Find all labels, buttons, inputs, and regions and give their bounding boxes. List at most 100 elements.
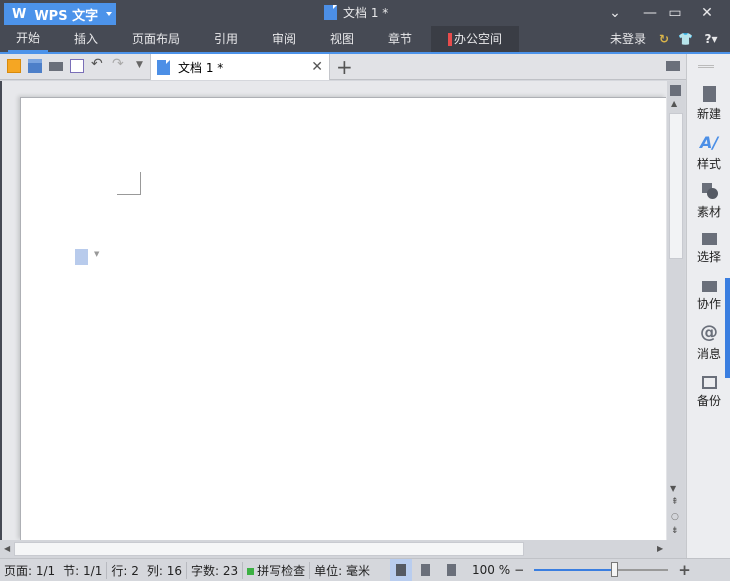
previous-page-icon[interactable]: ⇞ [671, 497, 679, 507]
sidebar-item-backup[interactable]: 备份 [687, 374, 730, 409]
collapse-ribbon-button[interactable]: ⌄ [604, 3, 626, 23]
skin-icon[interactable]: 👕 [678, 26, 693, 52]
wps-logo-icon: W [12, 6, 27, 22]
section-indicator: 节: 1/1 [63, 563, 103, 578]
scroll-right-icon[interactable]: ▶ [657, 544, 663, 553]
new-tab-button[interactable]: + [336, 55, 353, 79]
maximize-button[interactable]: ▭ [664, 3, 686, 23]
sidebar-item-materials[interactable]: 素材 [687, 182, 730, 220]
sidebar-label: 样式 [696, 157, 721, 171]
row-indicator: 行: 2 [111, 563, 139, 578]
scroll-left-icon[interactable]: ◀ [4, 544, 10, 553]
sidebar-label: 素材 [696, 205, 721, 219]
new-document-icon [702, 86, 716, 102]
tab-label: 办公空间 [453, 32, 502, 46]
document-tab-label: 文档 1 * [178, 60, 224, 75]
sidebar-item-new[interactable]: 新建 [687, 86, 730, 122]
tab-references[interactable]: 引用 [206, 26, 246, 52]
document-page[interactable]: ▼ [20, 97, 666, 540]
sidebar-item-styles[interactable]: A/样式 [687, 134, 730, 172]
zoom-in-button[interactable]: + [678, 561, 691, 579]
margin-corner-mark [117, 172, 141, 195]
spell-check-label: 拼写检查 [257, 563, 306, 578]
column-indicator: 列: 16 [146, 563, 182, 578]
tab-insert[interactable]: 插入 [66, 26, 106, 52]
sidebar-collapse-handle[interactable] [725, 278, 730, 378]
print-preview-icon[interactable] [70, 59, 84, 73]
browse-object-icon[interactable]: ○ [671, 512, 679, 522]
sidebar-label: 协作 [696, 297, 721, 311]
backup-icon [701, 376, 717, 389]
unit-indicator[interactable]: 单位: 毫米 [310, 562, 374, 579]
scroll-down-icon[interactable]: ▼ [670, 484, 676, 493]
sidebar-label: 新建 [696, 107, 721, 121]
tab-office-space[interactable]: 办公空间 [431, 26, 519, 52]
sidebar-label: 选择 [696, 250, 721, 264]
document-tab[interactable]: 文档 1 * ✕ [150, 54, 330, 80]
login-link[interactable]: 未登录 [606, 26, 650, 52]
chevron-down-icon [106, 12, 112, 16]
window-title-text: 文档 1 * [343, 6, 389, 20]
word-count[interactable]: 字数: 23 [187, 562, 242, 579]
document-icon [324, 5, 337, 20]
close-button[interactable]: ✕ [696, 3, 718, 23]
help-button[interactable]: ?▾ [700, 26, 722, 52]
zoom-out-button[interactable]: − [514, 563, 524, 577]
sidebar-item-select[interactable]: 选择 [687, 230, 730, 265]
ribbon-tabs: 开始 插入 页面布局 引用 审阅 视图 章节 办公空间 未登录 ↻ 👕 ?▾ [0, 26, 730, 52]
tab-view[interactable]: 视图 [322, 26, 362, 52]
status-bar: 页面: 1/1 节: 1/1 行: 2 列: 16 字数: 23 拼写检查 单位… [0, 558, 730, 581]
marker-icon [447, 33, 452, 46]
page-view-icon [396, 564, 406, 576]
web-view-icon [446, 564, 456, 576]
page-view-button[interactable] [390, 559, 412, 581]
scroll-up-icon[interactable]: ▲ [671, 99, 677, 108]
materials-icon [700, 182, 718, 200]
save-icon[interactable] [28, 59, 42, 73]
tab-section[interactable]: 章节 [380, 26, 420, 52]
close-tab-icon[interactable]: ✕ [311, 59, 323, 75]
paragraph-layout-icon[interactable] [75, 249, 88, 265]
drag-handle[interactable] [698, 65, 714, 68]
minimize-button[interactable]: — [639, 3, 661, 23]
app-menu-button[interactable]: W WPS 文字 [4, 3, 116, 25]
sidebar-item-messages[interactable]: @ 消息 [687, 324, 730, 362]
outline-view-button[interactable] [412, 564, 438, 576]
sidebar-label: 消息 [696, 347, 721, 361]
tab-page-layout[interactable]: 页面布局 [126, 26, 186, 52]
tab-home[interactable]: 开始 [8, 26, 48, 52]
tab-review[interactable]: 审阅 [264, 26, 304, 52]
print-icon[interactable] [49, 62, 63, 71]
sidebar-item-collaborate[interactable]: 协作 [687, 278, 730, 312]
outline-view-icon [420, 564, 430, 576]
open-icon[interactable] [7, 59, 21, 73]
comment-icon [701, 281, 717, 292]
zoom-slider-handle[interactable] [611, 562, 619, 577]
document-icon [157, 59, 170, 75]
zoom-level[interactable]: 100 % [468, 563, 514, 577]
undo-icon[interactable]: ↶ [91, 56, 105, 72]
next-page-icon[interactable]: ⇟ [671, 526, 679, 536]
select-icon [701, 233, 717, 245]
spell-check-toggle[interactable]: 拼写检查 [243, 562, 309, 579]
ruler-toggle-icon[interactable] [670, 85, 681, 96]
help-icon: ? [704, 32, 712, 46]
styles-icon: A/ [700, 133, 719, 152]
sync-icon[interactable]: ↻ [657, 26, 671, 52]
chevron-down-icon[interactable]: ▼ [94, 250, 99, 258]
redo-icon[interactable]: ↷ [112, 56, 126, 72]
vertical-scroll-thumb[interactable] [669, 113, 683, 259]
sidebar-label: 备份 [696, 394, 721, 408]
window-title: 文档 1 * [324, 4, 388, 21]
right-sidebar: 新建 A/样式 素材 选择 协作 @ 消息 备份 [686, 54, 730, 558]
web-view-button[interactable] [438, 564, 464, 576]
tab-list-icon[interactable] [666, 61, 680, 71]
zoom-slider-fill [534, 569, 615, 571]
at-icon: @ [700, 322, 718, 343]
horizontal-scroll-thumb[interactable] [14, 542, 524, 556]
zoom-slider[interactable] [534, 562, 669, 577]
spell-status-icon [247, 567, 255, 575]
customize-dropdown-icon[interactable]: ▼ [136, 60, 150, 74]
page-indicator[interactable]: 页面: 1/1 [0, 562, 59, 579]
app-name: WPS 文字 [34, 8, 99, 24]
